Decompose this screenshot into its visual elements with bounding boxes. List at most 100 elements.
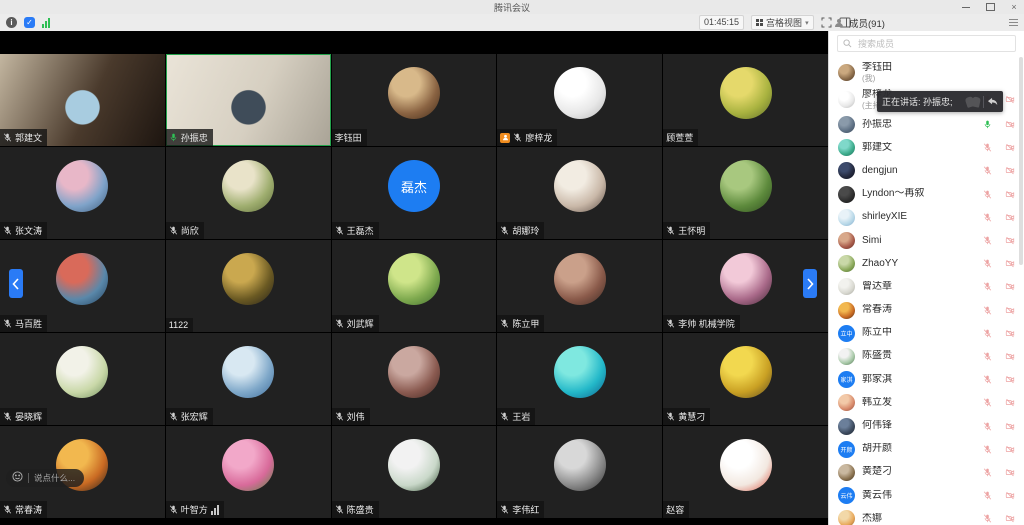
- camera-status-icon: [1005, 120, 1015, 129]
- video-tile[interactable]: 陈立甲: [497, 240, 662, 332]
- video-tile[interactable]: 李钰田: [332, 54, 497, 146]
- mic-status-icon: [983, 259, 992, 268]
- close-button[interactable]: ×: [1008, 1, 1020, 13]
- member-list-item[interactable]: Lyndon～再叙: [838, 183, 1015, 206]
- member-list-item[interactable]: 曾达章: [838, 275, 1015, 298]
- video-tile[interactable]: 张文涛: [0, 147, 165, 239]
- window-title: 腾讯会议: [0, 1, 1024, 14]
- video-tile[interactable]: 胡娜玲: [497, 147, 662, 239]
- participant-avatar: [222, 160, 274, 212]
- mic-status-icon: [983, 445, 992, 454]
- video-tile[interactable]: 马百胜: [0, 240, 165, 332]
- participant-name: 顾萱萱: [666, 131, 693, 144]
- next-page-button[interactable]: [803, 269, 817, 298]
- video-tile[interactable]: 顾萱萱: [663, 54, 828, 146]
- participant-name-label: 刘武辉: [332, 315, 379, 332]
- emoji-smiley-icon[interactable]: [12, 469, 23, 487]
- member-list-item[interactable]: dengjun: [838, 159, 1015, 182]
- member-list-item[interactable]: 云伟 黄云伟: [838, 484, 1015, 507]
- participant-name-label: 刘伟: [332, 408, 370, 425]
- video-tile[interactable]: 1122: [166, 240, 331, 332]
- member-list-item[interactable]: 立中 陈立中: [838, 322, 1015, 345]
- video-tile[interactable]: 张宏辉: [166, 333, 331, 425]
- participant-name-label: 叶智方: [166, 501, 224, 518]
- participant-name: 1122: [169, 320, 188, 330]
- member-list-item[interactable]: 郭建文: [838, 136, 1015, 159]
- member-name: dengjun: [862, 165, 898, 177]
- participant-avatar: [720, 67, 772, 119]
- minimize-button[interactable]: [960, 1, 972, 13]
- member-list-item[interactable]: Simi: [838, 229, 1015, 252]
- reply-arrow-icon[interactable]: [987, 97, 998, 107]
- member-list[interactable]: 李钰田 (我) 廖梓龙 (主持人) 孙振忠 郭建文: [829, 57, 1024, 525]
- member-list-item[interactable]: shirleyXIE: [838, 206, 1015, 229]
- video-tile[interactable]: 廖梓龙: [497, 54, 662, 146]
- participant-avatar: [554, 346, 606, 398]
- participant-avatar: [720, 346, 772, 398]
- participant-avatar: [720, 160, 772, 212]
- participant-avatar: [720, 253, 772, 305]
- participant-name: 孙振忠: [181, 131, 208, 144]
- search-input[interactable]: [856, 38, 1010, 50]
- restore-button[interactable]: [984, 1, 996, 13]
- member-list-item[interactable]: 开颜 胡开颜: [838, 438, 1015, 461]
- member-list-item[interactable]: 韩立发: [838, 391, 1015, 414]
- member-name: 何伟锋: [862, 420, 892, 432]
- mic-status-icon: [666, 412, 675, 421]
- speaking-toast: 正在讲话: 孙振忠;: [877, 91, 1003, 112]
- prev-page-button[interactable]: [9, 269, 23, 298]
- meeting-info-icon[interactable]: i: [6, 17, 17, 28]
- quick-chat-input[interactable]: 说点什么...: [6, 469, 84, 487]
- member-list-item[interactable]: 黄楚刁: [838, 461, 1015, 484]
- mic-status-icon: [3, 412, 12, 421]
- video-tile[interactable]: 王怀明: [663, 147, 828, 239]
- video-tile[interactable]: 李伟红: [497, 426, 662, 518]
- member-list-item[interactable]: 家淇 郭家淇: [838, 368, 1015, 391]
- video-stage: 郭建文 孙振忠 李钰田: [0, 31, 828, 525]
- video-tile[interactable]: 陈盛贵: [332, 426, 497, 518]
- scrollbar-thumb[interactable]: [1019, 57, 1023, 265]
- mic-status-icon: [169, 505, 178, 514]
- participant-name: 尚欣: [181, 224, 199, 237]
- member-list-item[interactable]: 常春涛: [838, 299, 1015, 322]
- video-tile[interactable]: 孙振忠: [166, 54, 331, 146]
- video-tile[interactable]: 王岩: [497, 333, 662, 425]
- video-tile[interactable]: 晏晓辉: [0, 333, 165, 425]
- video-tile[interactable]: 磊杰 王磊杰: [332, 147, 497, 239]
- video-tile[interactable]: 黄慧刁: [663, 333, 828, 425]
- search-icon: [843, 39, 852, 48]
- camera-status-icon: [1005, 213, 1015, 222]
- view-mode-button[interactable]: 宫格视图 ▾: [751, 15, 814, 30]
- member-search-box[interactable]: [837, 35, 1016, 52]
- video-tile[interactable]: 尚欣: [166, 147, 331, 239]
- video-tile[interactable]: 赵容: [663, 426, 828, 518]
- panel-menu-icon[interactable]: [1009, 19, 1018, 26]
- participant-avatar: [388, 67, 440, 119]
- mic-status-icon: [169, 133, 178, 142]
- member-list-item[interactable]: 杰娜: [838, 507, 1015, 525]
- security-shield-icon[interactable]: ✓: [24, 17, 35, 28]
- mic-status-icon: [983, 143, 992, 152]
- camera-status-icon: [1005, 468, 1015, 477]
- member-avatar: [838, 186, 855, 203]
- member-list-item[interactable]: 何伟锋: [838, 414, 1015, 437]
- mic-status-icon: [666, 319, 675, 328]
- video-tile[interactable]: 刘武辉: [332, 240, 497, 332]
- member-list-item[interactable]: 李钰田 (我): [838, 59, 1015, 86]
- participant-name: 刘武辉: [347, 317, 374, 330]
- participant-avatar: [554, 160, 606, 212]
- participant-name: 陈立甲: [512, 317, 539, 330]
- video-tile[interactable]: 刘伟: [332, 333, 497, 425]
- video-tile[interactable]: 郭建文: [0, 54, 165, 146]
- participant-avatar: [554, 439, 606, 491]
- mic-status-icon: [3, 133, 12, 142]
- member-list-item[interactable]: ZhaoYY: [838, 252, 1015, 275]
- member-list-item[interactable]: 孙振忠: [838, 113, 1015, 136]
- participant-name-label: 尚欣: [166, 222, 204, 239]
- window-titlebar: 腾讯会议 ×: [0, 0, 1024, 14]
- member-name: 李钰田: [862, 62, 892, 74]
- member-name: 韩立发: [862, 397, 892, 409]
- member-list-item[interactable]: 陈盛贵: [838, 345, 1015, 368]
- member-avatar: [838, 116, 855, 133]
- video-tile[interactable]: 叶智方: [166, 426, 331, 518]
